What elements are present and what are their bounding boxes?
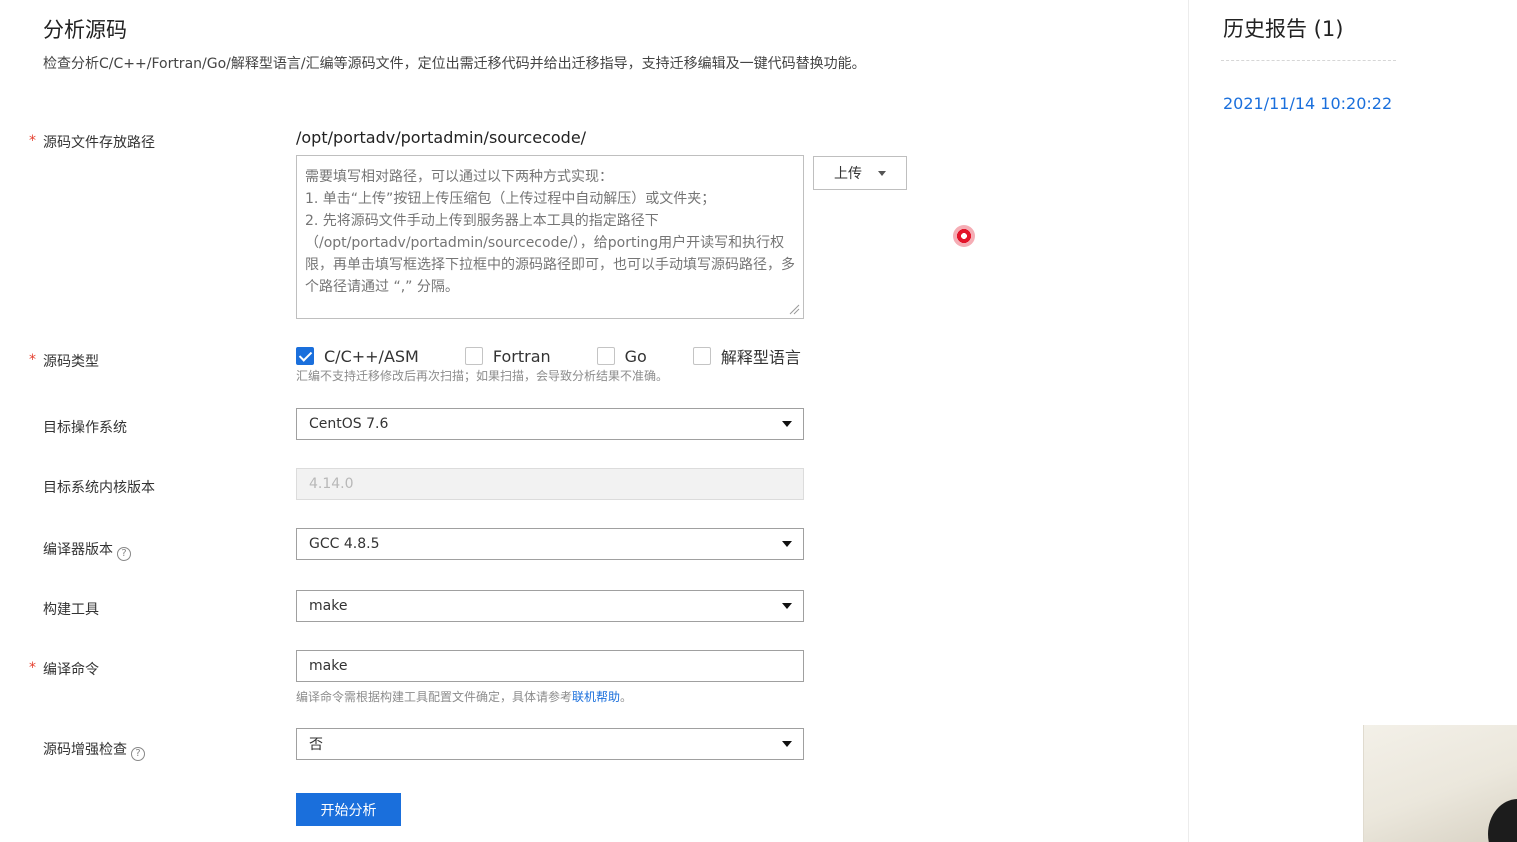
source-type-label: 源码类型 bbox=[43, 354, 99, 370]
history-report-link[interactable]: 2021/11/14 10:20:22 bbox=[1223, 94, 1392, 113]
required-mark: * bbox=[29, 352, 36, 368]
history-sidebar: 历史报告 (1) 2021/11/14 10:20:22 bbox=[1188, 0, 1517, 842]
select-value: GCC 4.8.5 bbox=[309, 536, 380, 552]
select-value: make bbox=[309, 598, 348, 614]
upload-button-label: 上传 bbox=[834, 166, 862, 182]
checkbox-c-cpp-asm[interactable]: C/C++/ASM bbox=[296, 347, 419, 366]
person-silhouette bbox=[1488, 799, 1517, 842]
compiler-version-label-group: 编译器版本? bbox=[43, 539, 131, 561]
build-tool-label: 构建工具 bbox=[43, 602, 99, 618]
help-icon[interactable]: ? bbox=[117, 547, 131, 561]
enhanced-check-select[interactable]: 否 bbox=[296, 728, 804, 760]
start-analysis-button[interactable]: 开始分析 bbox=[296, 793, 401, 826]
checkbox-unchecked-icon[interactable] bbox=[596, 347, 615, 365]
webcam-overlay bbox=[1363, 725, 1517, 842]
upload-button[interactable]: 上传 bbox=[813, 156, 907, 190]
compile-command-input[interactable]: make bbox=[296, 650, 804, 682]
select-value: CentOS 7.6 bbox=[309, 416, 389, 432]
checkbox-go[interactable]: Go bbox=[596, 346, 647, 366]
checkbox-label: Fortran bbox=[492, 346, 551, 366]
caret-down-icon bbox=[782, 741, 792, 747]
checkbox-unchecked-icon[interactable] bbox=[464, 347, 483, 365]
page-description: 检查分析C/C++/Fortran/Go/解释型语言/汇编等源码文件，定位出需迁… bbox=[43, 56, 866, 72]
required-mark: * bbox=[29, 660, 36, 676]
help-icon[interactable]: ? bbox=[131, 747, 145, 761]
analysis-panel: 分析源码 检查分析C/C++/Fortran/Go/解释型语言/汇编等源码文件，… bbox=[0, 0, 1188, 842]
compiler-version-label: 编译器版本 bbox=[43, 542, 113, 558]
field-value: 4.14.0 bbox=[309, 476, 354, 492]
kernel-version-field: 4.14.0 bbox=[296, 468, 804, 500]
build-tool-select[interactable]: make bbox=[296, 590, 804, 622]
checkbox-interpreted[interactable]: 解释型语言 bbox=[692, 344, 801, 368]
checkbox-label: Go bbox=[624, 346, 647, 366]
chevron-down-icon bbox=[878, 170, 886, 176]
hint-suffix: 。 bbox=[620, 690, 633, 704]
checkbox-unchecked-icon[interactable] bbox=[692, 347, 711, 365]
caret-down-icon bbox=[782, 421, 792, 427]
enhanced-check-label: 源码增强检查 bbox=[43, 742, 127, 758]
source-type-checkboxes: C/C++/ASM Fortran Go 解释型语言 bbox=[296, 344, 801, 368]
online-help-link[interactable]: 联机帮助 bbox=[572, 690, 620, 704]
recording-indicator-icon bbox=[953, 225, 975, 247]
kernel-version-label: 目标系统内核版本 bbox=[43, 480, 155, 496]
checkbox-fortran[interactable]: Fortran bbox=[464, 346, 551, 366]
source-path-label: 源码文件存放路径 bbox=[43, 135, 155, 151]
source-path-value: /opt/portadv/portadmin/sourcecode/ bbox=[296, 128, 587, 147]
required-mark: * bbox=[29, 133, 36, 149]
history-title: 历史报告 (1) bbox=[1223, 17, 1344, 41]
caret-down-icon bbox=[782, 541, 792, 547]
source-type-hint: 汇编不支持迁移修改后再次扫描；如果扫描，会导致分析结果不准确。 bbox=[296, 369, 669, 383]
target-os-select[interactable]: CentOS 7.6 bbox=[296, 408, 804, 440]
target-os-label: 目标操作系统 bbox=[43, 420, 127, 436]
compiler-version-select[interactable]: GCC 4.8.5 bbox=[296, 528, 804, 560]
source-path-textarea[interactable] bbox=[296, 155, 804, 319]
divider bbox=[1221, 60, 1396, 61]
select-value: 否 bbox=[309, 737, 323, 753]
compile-command-label: 编译命令 bbox=[43, 662, 99, 678]
checkbox-checked-icon[interactable] bbox=[296, 347, 314, 365]
checkbox-label: 解释型语言 bbox=[720, 348, 801, 367]
caret-down-icon bbox=[782, 603, 792, 609]
compile-command-hint: 编译命令需根据构建工具配置文件确定，具体请参考联机帮助。 bbox=[296, 688, 632, 705]
page-title: 分析源码 bbox=[43, 18, 127, 42]
hint-text: 编译命令需根据构建工具配置文件确定，具体请参考 bbox=[296, 690, 573, 704]
resize-grip-icon[interactable] bbox=[788, 303, 800, 315]
input-value: make bbox=[309, 658, 348, 674]
enhanced-check-label-group: 源码增强检查? bbox=[43, 739, 145, 761]
checkbox-label: C/C++/ASM bbox=[324, 346, 419, 366]
